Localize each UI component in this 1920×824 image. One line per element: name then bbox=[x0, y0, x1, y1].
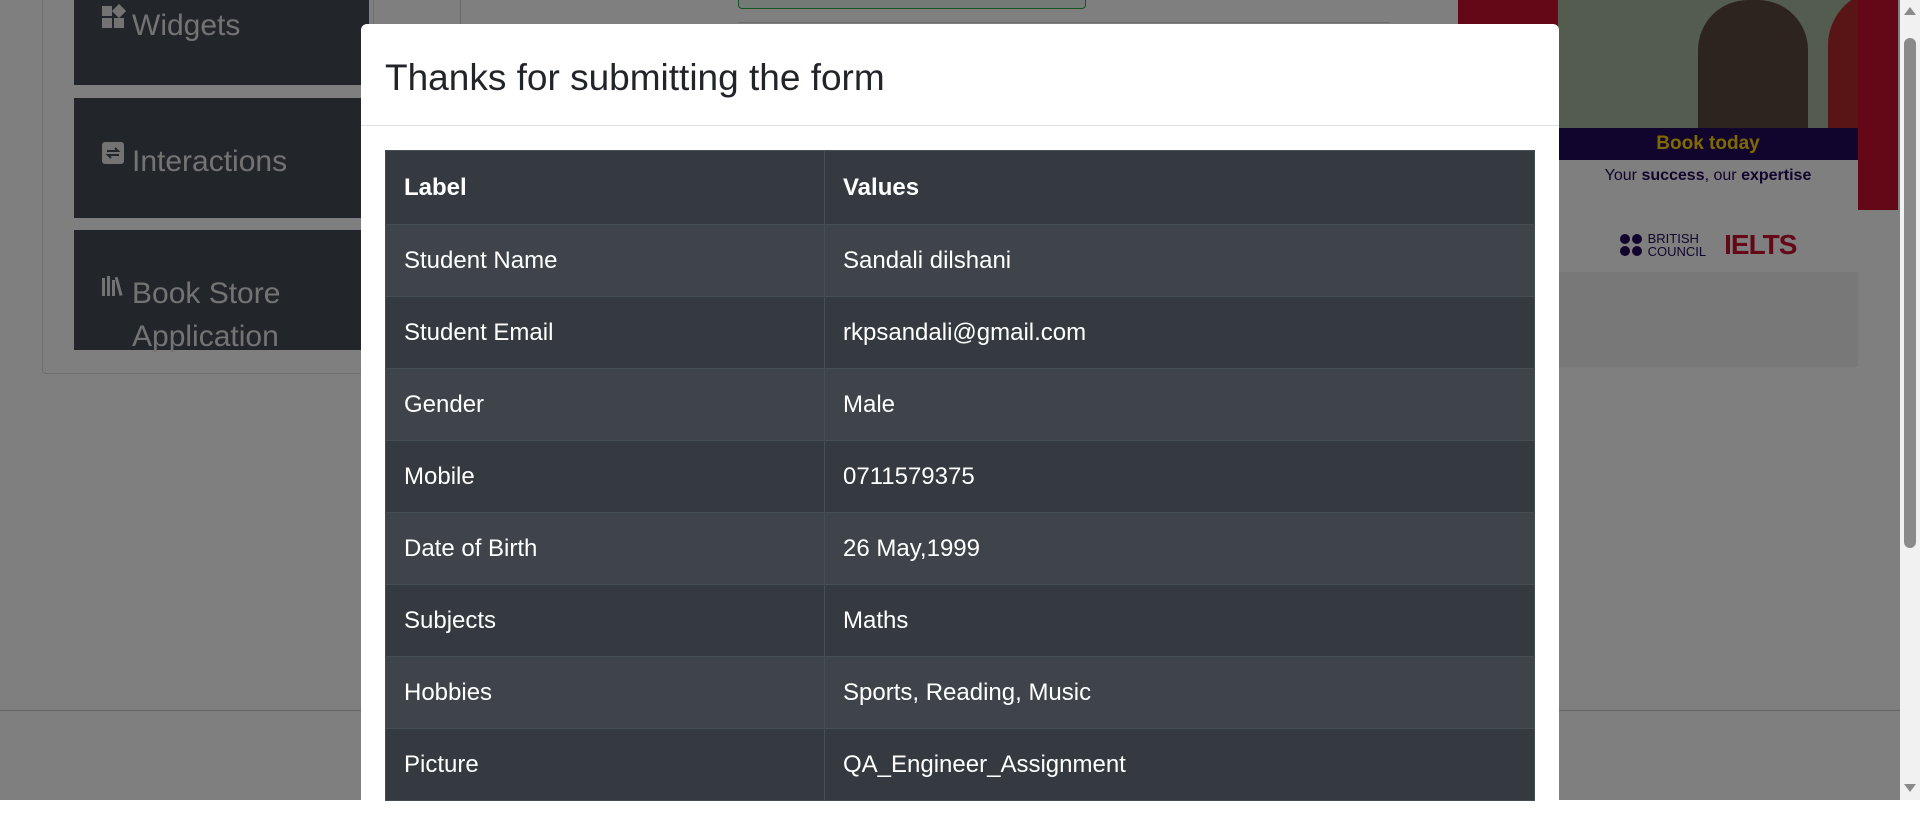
row-label: Gender bbox=[385, 368, 825, 441]
row-label: Picture bbox=[385, 728, 825, 801]
column-header-label: Label bbox=[385, 150, 825, 225]
table-row: Picture QA_Engineer_Assignment bbox=[385, 728, 1535, 801]
modal-body: Label Values Student Name Sandali dilsha… bbox=[361, 126, 1559, 801]
page-scrollbar[interactable] bbox=[1900, 0, 1920, 800]
table-row: Hobbies Sports, Reading, Music bbox=[385, 656, 1535, 729]
row-value: Male bbox=[824, 368, 1535, 441]
row-value: Maths bbox=[824, 584, 1535, 657]
row-label: Student Name bbox=[385, 224, 825, 297]
scrollbar-thumb[interactable] bbox=[1904, 38, 1916, 548]
row-label: Hobbies bbox=[385, 656, 825, 729]
results-table: Label Values Student Name Sandali dilsha… bbox=[385, 150, 1535, 801]
modal-title: Thanks for submitting the form bbox=[385, 57, 885, 98]
row-value: rkpsandali@gmail.com bbox=[824, 296, 1535, 369]
modal-header: Thanks for submitting the form bbox=[361, 24, 1559, 126]
row-value: Sports, Reading, Music bbox=[824, 656, 1535, 729]
table-row: Gender Male bbox=[385, 368, 1535, 441]
row-value: QA_Engineer_Assignment bbox=[824, 728, 1535, 801]
table-header-row: Label Values bbox=[385, 150, 1535, 225]
row-label: Subjects bbox=[385, 584, 825, 657]
table-row: Date of Birth 26 May,1999 bbox=[385, 512, 1535, 585]
table-row: Student Email rkpsandali@gmail.com bbox=[385, 296, 1535, 369]
scroll-down-arrow-icon[interactable] bbox=[1904, 784, 1916, 792]
row-value: 26 May,1999 bbox=[824, 512, 1535, 585]
scroll-up-arrow-icon[interactable] bbox=[1904, 7, 1916, 15]
row-label: Mobile bbox=[385, 440, 825, 513]
submission-modal: Thanks for submitting the form Label Val… bbox=[361, 24, 1559, 824]
row-label: Date of Birth bbox=[385, 512, 825, 585]
column-header-values: Values bbox=[824, 150, 1535, 225]
table-row: Mobile 0711579375 bbox=[385, 440, 1535, 513]
row-value: Sandali dilshani bbox=[824, 224, 1535, 297]
table-row: Subjects Maths bbox=[385, 584, 1535, 657]
row-value: 0711579375 bbox=[824, 440, 1535, 513]
table-row: Student Name Sandali dilshani bbox=[385, 224, 1535, 297]
row-label: Student Email bbox=[385, 296, 825, 369]
